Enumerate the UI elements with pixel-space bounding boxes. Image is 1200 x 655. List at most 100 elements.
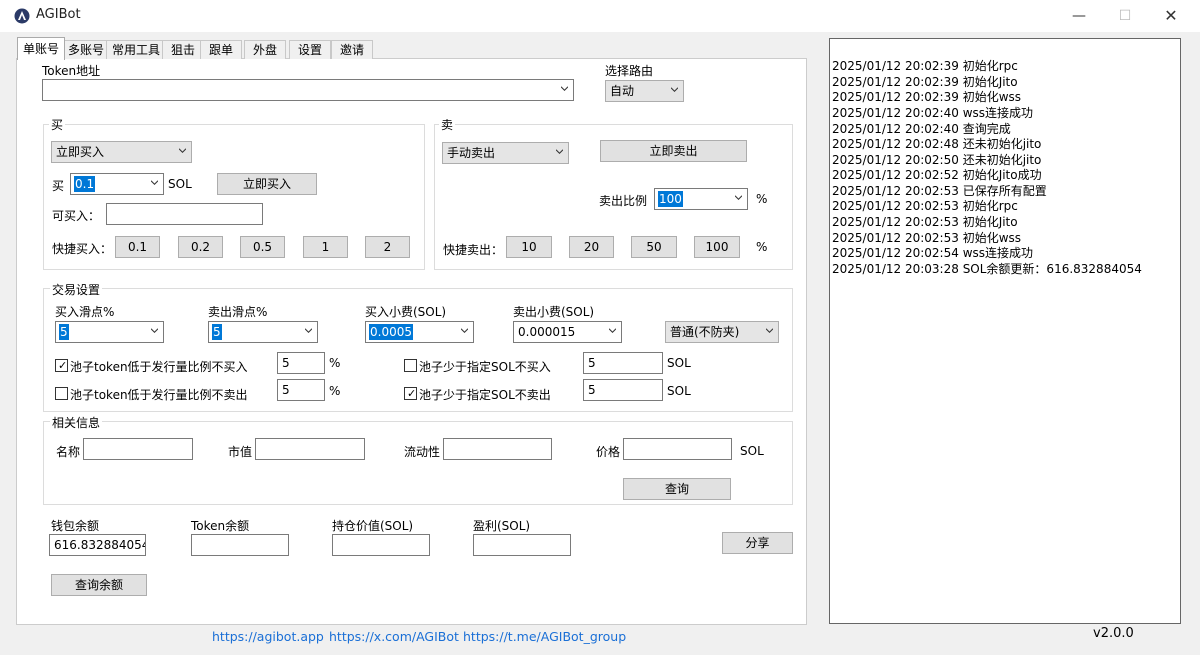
sell-fee-combo[interactable]: 0.000015 xyxy=(513,321,622,343)
chevron-down-icon xyxy=(609,328,616,333)
close-button[interactable]: ✕ xyxy=(1148,0,1194,32)
tab-external[interactable]: 外盘 xyxy=(244,40,286,59)
log-line: 2025/01/12 20:02:54 wss连接成功 xyxy=(832,246,1034,260)
token-name-label: 名称 xyxy=(56,445,81,459)
opt-no-sell-low-sol-checkbox[interactable]: ✓ xyxy=(404,387,417,400)
available-field[interactable] xyxy=(106,203,263,225)
opt-no-buy-low-sol-checkbox[interactable] xyxy=(404,359,417,372)
buy-amount-value: 0.1 xyxy=(74,176,96,192)
tab-multi-account[interactable]: 多账号 xyxy=(62,40,110,59)
buy-unit-label: SOL xyxy=(168,177,192,191)
chevron-down-icon xyxy=(735,195,742,200)
tab-copy-trade[interactable]: 跟单 xyxy=(200,40,242,59)
log-panel[interactable]: 2025/01/12 20:02:39 初始化rpc 2025/01/12 20… xyxy=(829,38,1181,624)
version-label: v2.0.0 xyxy=(1093,626,1134,641)
share-button[interactable]: 分享 xyxy=(722,532,793,554)
quick-sell-button[interactable]: 100 xyxy=(694,236,740,258)
buy-amount-combo[interactable]: 0.1 xyxy=(70,173,164,195)
quick-buy-button[interactable]: 0.2 xyxy=(178,236,223,258)
opt-no-buy-low-sol-field[interactable]: 5 xyxy=(583,352,663,374)
log-line: 2025/01/12 20:02:39 初始化wss xyxy=(832,90,1022,104)
mev-mode-value: 普通(不防夹) xyxy=(670,325,740,339)
telegram-link[interactable]: https://t.me/AGIBot_group xyxy=(463,629,626,644)
opt-no-buy-low-sol-label: 池子少于指定SOL不买入 xyxy=(419,360,551,374)
opt-no-buy-low-sol-unit: SOL xyxy=(667,356,691,370)
sell-slippage-label: 卖出滑点% xyxy=(208,305,268,319)
chevron-down-icon xyxy=(305,328,312,333)
minimize-button[interactable]: — xyxy=(1056,0,1102,32)
buy-now-button[interactable]: 立即买入 xyxy=(217,173,317,195)
tab-single-account[interactable]: 单账号 xyxy=(17,37,65,60)
profit-field[interactable] xyxy=(473,534,571,556)
website-link[interactable]: https://agibot.app xyxy=(212,629,324,644)
liquidity-field[interactable] xyxy=(443,438,552,460)
buy-mode-select[interactable]: 立即买入 xyxy=(51,141,192,163)
route-select[interactable]: 自动 xyxy=(605,80,684,102)
buy-fee-combo[interactable]: 0.0005 xyxy=(365,321,474,343)
log-line: 2025/01/12 20:02:39 初始化rpc xyxy=(832,59,1018,73)
x-link[interactable]: https://x.com/AGIBot xyxy=(329,629,459,644)
token-name-field[interactable] xyxy=(83,438,193,460)
tab-settings[interactable]: 设置 xyxy=(289,40,331,59)
sell-slippage-value: 5 xyxy=(212,324,222,340)
query-button[interactable]: 查询 xyxy=(623,478,731,500)
chevron-down-icon xyxy=(151,180,158,185)
sell-ratio-label: 卖出比例 xyxy=(599,194,648,208)
opt-no-buy-low-token-field[interactable]: 5 xyxy=(277,352,325,374)
sell-ratio-combo[interactable]: 100 xyxy=(654,188,748,210)
mev-mode-select[interactable]: 普通(不防夹) xyxy=(665,321,779,343)
buy-slippage-value: 5 xyxy=(59,324,69,340)
opt-no-buy-low-token-unit: % xyxy=(329,356,341,370)
opt-no-sell-low-token-unit: % xyxy=(329,384,341,398)
tab-snipe[interactable]: 狙击 xyxy=(162,40,204,59)
buy-amount-label: 买 xyxy=(52,179,65,193)
opt-no-sell-low-token-checkbox[interactable] xyxy=(55,387,68,400)
chevron-down-icon xyxy=(561,86,568,91)
sell-mode-value: 手动卖出 xyxy=(447,146,496,160)
opt-no-buy-low-token-checkbox[interactable]: ✓ xyxy=(55,359,68,372)
sell-group-title: 卖 xyxy=(439,116,456,133)
token-balance-field[interactable] xyxy=(191,534,289,556)
holding-value-label: 持仓价值(SOL) xyxy=(332,519,414,533)
chevron-down-icon xyxy=(179,148,186,153)
opt-no-sell-low-sol-field[interactable]: 5 xyxy=(583,379,663,401)
window-title: AGIBot xyxy=(36,7,81,22)
market-cap-field[interactable] xyxy=(255,438,365,460)
wallet-balance-field[interactable]: 616.832884054 xyxy=(49,534,146,556)
tab-common-tools[interactable]: 常用工具 xyxy=(106,40,166,59)
holding-value-field[interactable] xyxy=(332,534,430,556)
log-line: 2025/01/12 20:02:40 wss连接成功 xyxy=(832,106,1034,120)
sell-slippage-combo[interactable]: 5 xyxy=(208,321,318,343)
query-balance-button[interactable]: 查询余额 xyxy=(51,574,147,596)
token-address-combo[interactable] xyxy=(42,79,574,101)
title-bar xyxy=(0,0,1200,32)
route-label: 选择路由 xyxy=(605,64,654,78)
maximize-button[interactable]: ☐ xyxy=(1102,0,1148,32)
quick-buy-button[interactable]: 2 xyxy=(365,236,410,258)
buy-group-title: 买 xyxy=(49,116,66,133)
quick-sell-button[interactable]: 10 xyxy=(506,236,552,258)
log-line: 2025/01/12 20:03:28 SOL余额更新：616.83288405… xyxy=(832,262,1142,276)
sell-ratio-percent: % xyxy=(756,192,768,206)
token-address-label: Token地址 xyxy=(42,64,101,78)
quick-sell-button[interactable]: 20 xyxy=(569,236,614,258)
quick-buy-button[interactable]: 0.5 xyxy=(240,236,285,258)
quick-buy-button[interactable]: 0.1 xyxy=(115,236,160,258)
tab-invite[interactable]: 邀请 xyxy=(331,40,373,59)
quick-buy-label: 快捷买入： xyxy=(52,242,113,256)
agibot-logo-icon xyxy=(14,8,30,24)
quick-sell-button[interactable]: 50 xyxy=(631,236,677,258)
quick-buy-button[interactable]: 1 xyxy=(303,236,348,258)
chevron-down-icon xyxy=(671,87,678,92)
sell-now-button[interactable]: 立即卖出 xyxy=(600,140,747,162)
opt-no-sell-low-token-field[interactable]: 5 xyxy=(277,379,325,401)
chevron-down-icon xyxy=(151,328,158,333)
buy-slippage-combo[interactable]: 5 xyxy=(55,321,164,343)
route-value: 自动 xyxy=(610,84,635,98)
log-line: 2025/01/12 20:02:48 还未初始化jito xyxy=(832,137,1042,151)
opt-no-buy-low-token-label: 池子token低于发行量比例不买入 xyxy=(70,360,248,374)
buy-fee-label: 买入小费(SOL) xyxy=(365,305,447,319)
price-unit: SOL xyxy=(740,444,764,458)
price-field[interactable] xyxy=(623,438,732,460)
sell-mode-select[interactable]: 手动卖出 xyxy=(442,142,569,164)
